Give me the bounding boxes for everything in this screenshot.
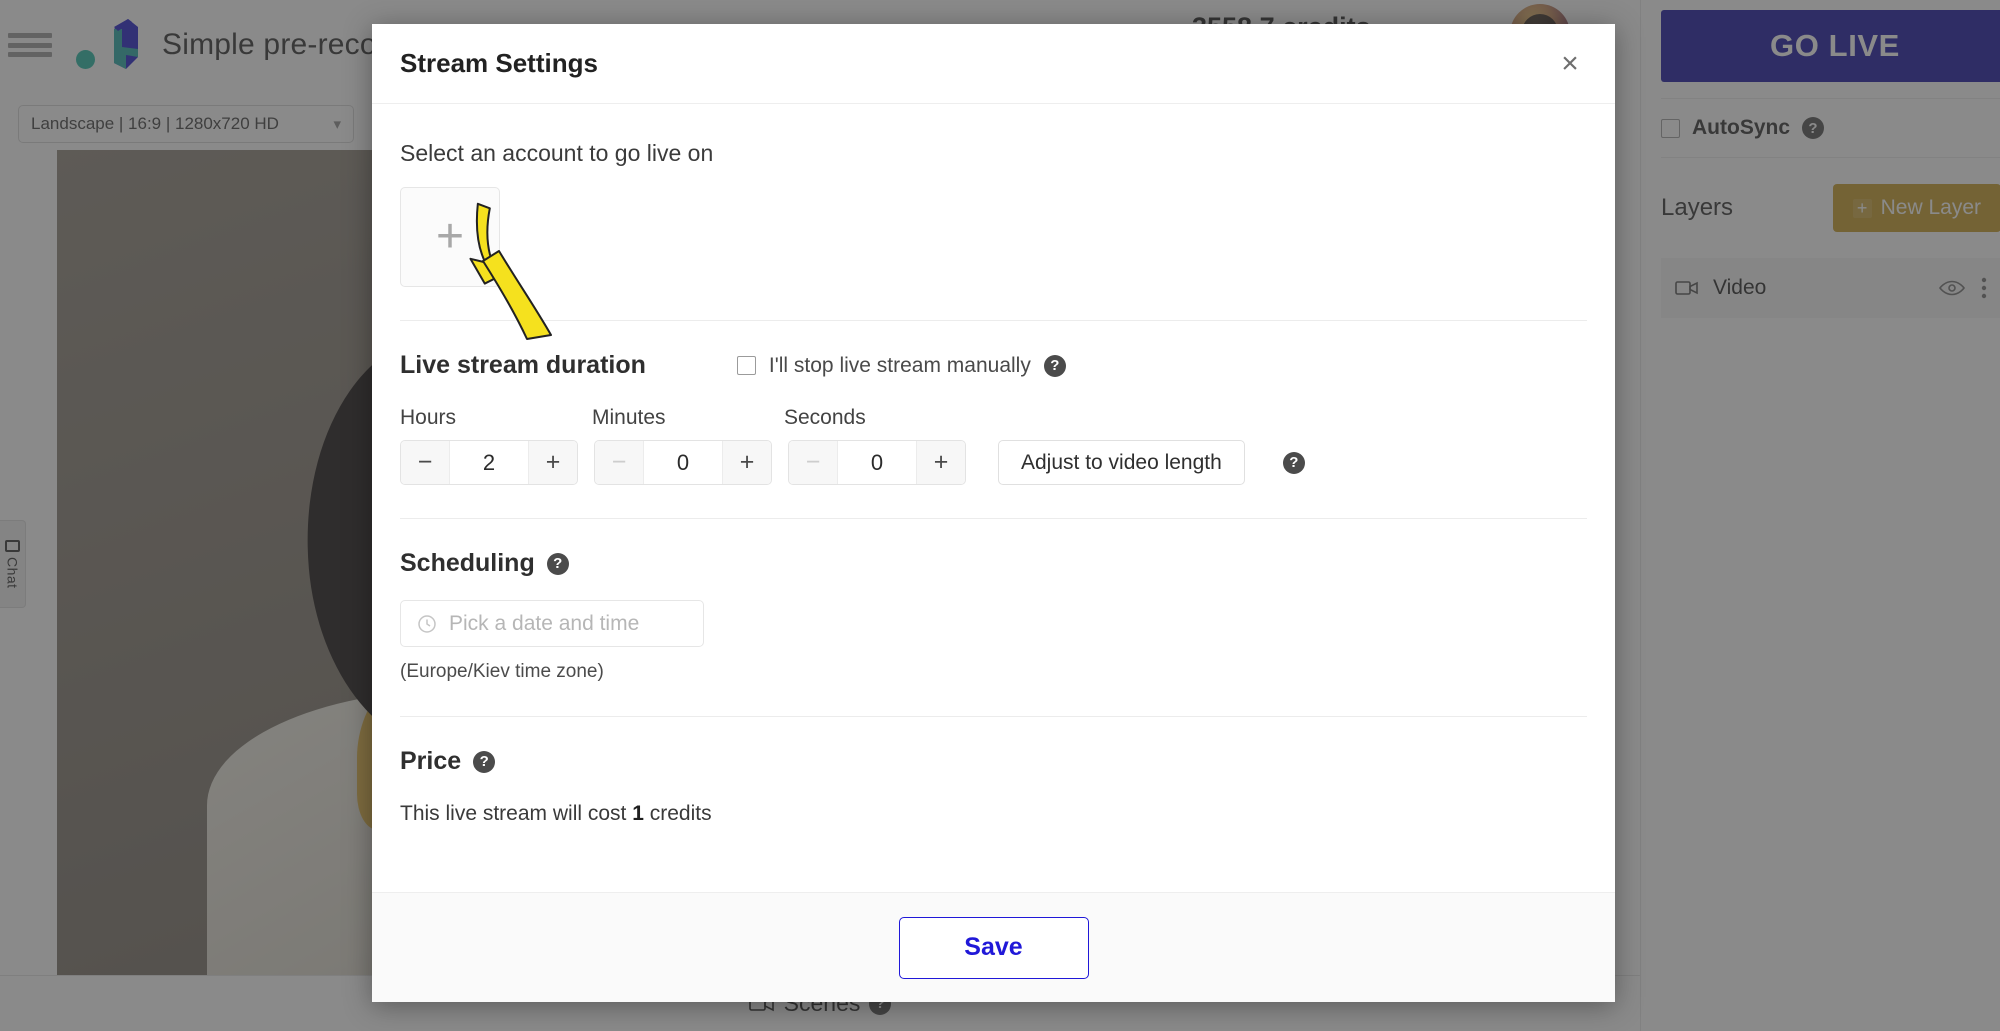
price-title: Price xyxy=(400,747,461,776)
scheduling-title: Scheduling xyxy=(400,549,535,578)
dialog-footer: Save xyxy=(372,892,1615,1002)
hours-value[interactable]: 2 xyxy=(449,441,529,484)
scheduling-header: Scheduling ? xyxy=(400,549,1587,578)
seconds-decrement-button[interactable]: − xyxy=(789,441,837,484)
duration-header: Live stream duration I'll stop live stre… xyxy=(400,351,1587,380)
price-header: Price ? xyxy=(400,747,1587,776)
manual-stop-label: I'll stop live stream manually xyxy=(769,354,1031,378)
close-icon[interactable]: × xyxy=(1553,47,1587,81)
stream-settings-dialog: Stream Settings × Select an account to g… xyxy=(372,24,1615,1002)
duration-field-labels: Hours Minutes Seconds xyxy=(400,406,1587,430)
seconds-value[interactable]: 0 xyxy=(837,441,917,484)
price-note: This live stream will cost 1 credits xyxy=(400,802,1587,826)
minutes-value[interactable]: 0 xyxy=(643,441,723,484)
duration-title: Live stream duration xyxy=(400,351,646,380)
hours-label: Hours xyxy=(400,406,592,430)
duration-steppers: − 2 + − 0 + − 0 + Adjust to video length… xyxy=(400,440,1587,485)
dialog-body: Select an account to go live on + Live s… xyxy=(372,104,1615,892)
schedule-datetime-field[interactable]: Pick a date and time xyxy=(400,600,704,647)
manual-stop-row[interactable]: I'll stop live stream manually ? xyxy=(737,354,1066,378)
hours-increment-button[interactable]: + xyxy=(529,441,577,484)
plus-icon: + xyxy=(436,213,464,261)
clock-icon xyxy=(417,614,437,634)
dialog-header: Stream Settings × xyxy=(372,24,1615,104)
hours-decrement-button[interactable]: − xyxy=(401,441,449,484)
divider xyxy=(400,716,1587,717)
seconds-increment-button[interactable]: + xyxy=(917,441,965,484)
help-question-icon[interactable]: ? xyxy=(1283,452,1305,474)
price-suffix: credits xyxy=(644,802,712,825)
timezone-note: (Europe/Kiev time zone) xyxy=(400,661,1587,683)
minutes-decrement-button[interactable]: − xyxy=(595,441,643,484)
save-button[interactable]: Save xyxy=(899,917,1089,979)
add-account-tile[interactable]: + xyxy=(400,187,500,287)
divider xyxy=(400,518,1587,519)
adjust-to-video-length-button[interactable]: Adjust to video length xyxy=(998,440,1245,485)
schedule-datetime-placeholder: Pick a date and time xyxy=(449,612,639,636)
minutes-label: Minutes xyxy=(592,406,784,430)
hours-stepper[interactable]: − 2 + xyxy=(400,440,578,485)
help-question-icon[interactable]: ? xyxy=(1044,355,1066,377)
help-question-icon[interactable]: ? xyxy=(473,751,495,773)
minutes-stepper[interactable]: − 0 + xyxy=(594,440,772,485)
seconds-stepper[interactable]: − 0 + xyxy=(788,440,966,485)
dialog-title: Stream Settings xyxy=(400,48,598,79)
manual-stop-checkbox[interactable] xyxy=(737,356,756,375)
seconds-label: Seconds xyxy=(784,406,976,430)
divider xyxy=(400,320,1587,321)
select-account-label: Select an account to go live on xyxy=(400,140,1587,167)
price-prefix: This live stream will cost xyxy=(400,802,632,825)
help-question-icon[interactable]: ? xyxy=(547,553,569,575)
price-amount: 1 xyxy=(632,802,644,825)
minutes-increment-button[interactable]: + xyxy=(723,441,771,484)
